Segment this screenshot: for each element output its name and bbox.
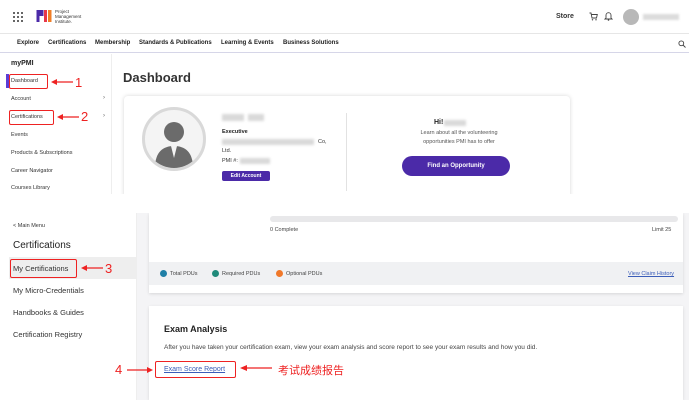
arrow-right-icon <box>127 367 153 373</box>
annotation-number-1: 1 <box>75 75 83 90</box>
chevron-right-icon: › <box>103 95 105 101</box>
redacted-greeting-name <box>444 120 466 126</box>
greeting: Hi! <box>434 119 444 126</box>
bell-icon[interactable] <box>604 11 613 21</box>
volunteer-text: Learn about all the volunteering opportu… <box>420 130 498 145</box>
sidebar-section-title: Certifications <box>13 240 71 251</box>
redacted-pmi-number <box>240 158 270 164</box>
logo-wordmark: Project Management Institute. <box>55 9 95 24</box>
view-claim-history-link[interactable]: View Claim History <box>628 271 674 277</box>
sidebar-item-events[interactable]: Events <box>11 132 28 138</box>
card-divider <box>346 113 347 191</box>
pmi-number-label: PMI #: <box>222 158 238 164</box>
legend-required-pdus: Required PDUs <box>222 271 261 277</box>
redacted-username <box>643 14 679 20</box>
pdu-progress-bar <box>270 216 678 222</box>
highlight-exam-score-report <box>155 361 236 378</box>
person-icon <box>155 122 193 168</box>
sidebar-item-products[interactable]: Products & Subscriptions <box>11 150 72 156</box>
optional-pdus-dot <box>276 270 283 277</box>
store-link[interactable]: Store <box>556 13 574 20</box>
progress-start-label: 0 Complete <box>270 227 299 233</box>
nav-membership[interactable]: Membership <box>95 40 130 46</box>
nav-explore[interactable]: Explore <box>17 40 39 46</box>
annotation-number-4: 4 <box>115 362 123 377</box>
arrow-left-icon <box>57 114 79 120</box>
legend-total-pdus: Total PDUs <box>170 271 198 277</box>
page-title: Dashboard <box>123 70 191 85</box>
find-opportunity-button[interactable]: Find an Opportunity <box>402 156 510 176</box>
logo-line: Institute. <box>55 19 73 24</box>
redacted-name <box>248 114 264 121</box>
annotation-number-3: 3 <box>105 261 113 276</box>
arrow-left-icon <box>240 365 272 371</box>
highlight-certifications <box>9 110 54 125</box>
chevron-right-icon: › <box>103 113 105 119</box>
exam-analysis-card <box>149 306 683 400</box>
annotation-number-2: 2 <box>81 109 89 124</box>
nav-standards[interactable]: Standards & Publications <box>139 40 212 46</box>
highlight-dashboard <box>9 74 48 89</box>
company-suffix: Co, <box>318 139 327 145</box>
annotation-chinese-note: 考试成绩报告 <box>278 365 344 377</box>
exam-analysis-description: After you have taken your certification … <box>164 344 538 351</box>
profile-role: Executive <box>222 129 248 135</box>
main-nav: Explore Certifications Membership Standa… <box>0 35 689 53</box>
search-icon[interactable] <box>678 40 686 48</box>
legend-optional-pdus: Optional PDUs <box>286 271 323 277</box>
pmi-logo[interactable] <box>36 9 52 23</box>
company-ltd: Ltd. <box>222 148 232 154</box>
arrow-left-icon <box>51 79 73 85</box>
redacted-company <box>222 139 314 145</box>
profile-avatar <box>142 107 206 171</box>
sidebar-item-registry[interactable]: Certification Registry <box>13 330 82 339</box>
progress-limit-label: Limit 25 <box>652 227 672 233</box>
site-header: Project Management Institute. Store <box>0 0 689 34</box>
apps-grid-icon[interactable] <box>13 12 23 22</box>
sidebar-item-account[interactable]: Account <box>11 96 31 102</box>
cart-icon[interactable] <box>589 12 598 21</box>
exam-analysis-title: Exam Analysis <box>164 324 228 334</box>
sidebar-title: myPMI <box>11 60 34 67</box>
nav-learning[interactable]: Learning & Events <box>221 40 274 46</box>
redacted-name <box>222 114 244 121</box>
arrow-left-icon <box>81 265 103 271</box>
nav-certifications[interactable]: Certifications <box>48 40 86 46</box>
total-pdus-dot <box>160 270 167 277</box>
sidebar-item-career-navigator[interactable]: Career Navigator <box>11 168 53 174</box>
user-avatar[interactable] <box>623 9 639 25</box>
certifications-screenshot: < Main Menu Certifications My Certificat… <box>0 213 689 400</box>
sidebar-item-courses-library[interactable]: Courses Library <box>11 185 50 191</box>
nav-business[interactable]: Business Solutions <box>283 40 339 46</box>
edit-account-button[interactable]: Edit Account <box>222 171 270 181</box>
sidebar-item-micro-credentials[interactable]: My Micro-Credentials <box>13 286 84 295</box>
required-pdus-dot <box>212 270 219 277</box>
sidebar-item-handbooks[interactable]: Handbooks & Guides <box>13 308 84 317</box>
main-menu-link[interactable]: < Main Menu <box>13 223 45 229</box>
dashboard-screenshot: Project Management Institute. Store Expl… <box>0 0 689 194</box>
highlight-my-certifications <box>10 259 77 278</box>
